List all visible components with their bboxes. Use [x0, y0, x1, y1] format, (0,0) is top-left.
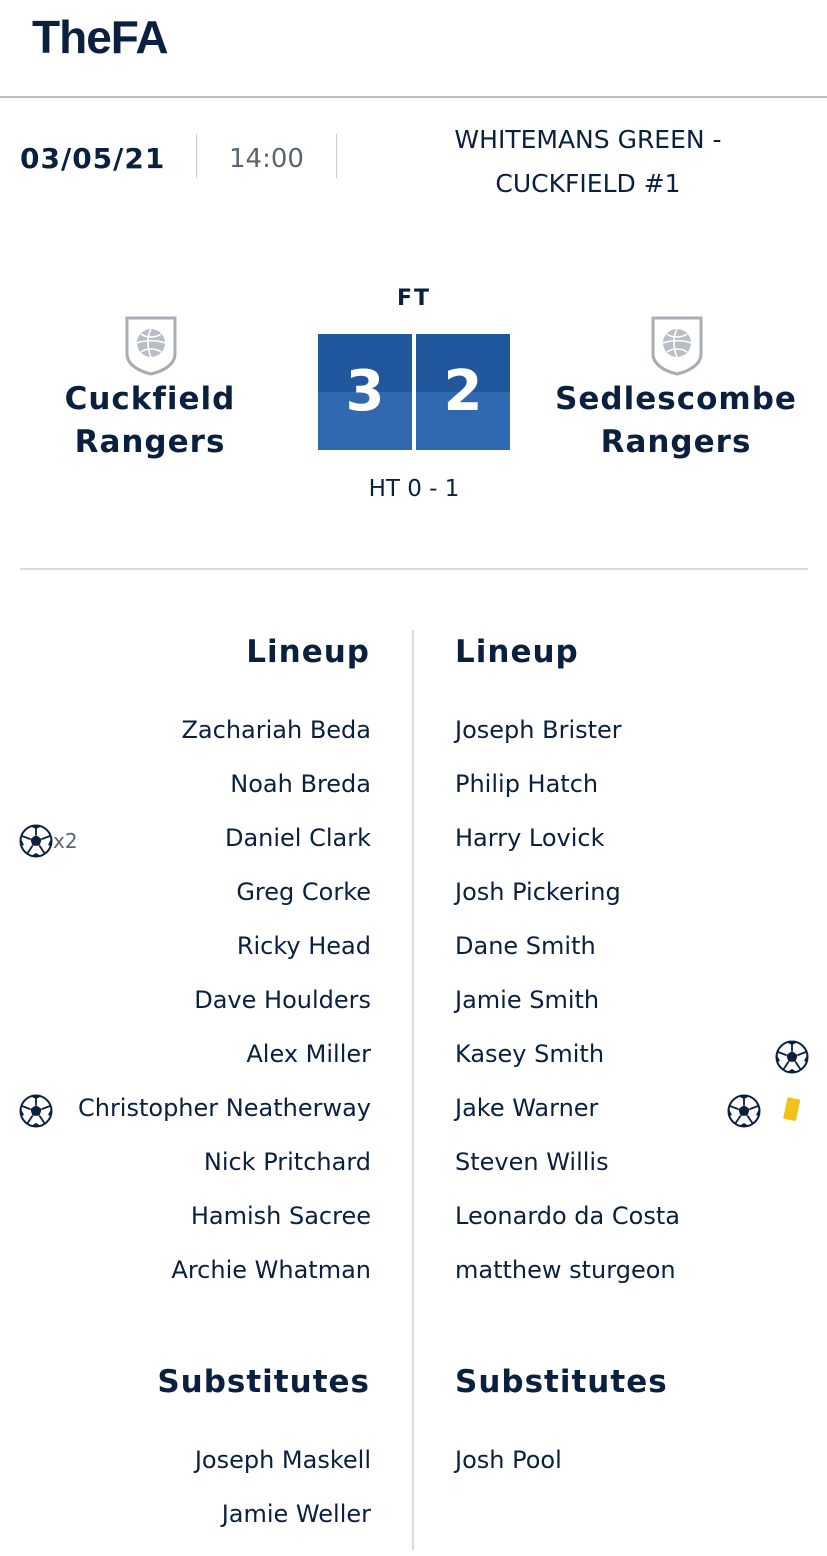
- home-score: 3: [318, 334, 412, 450]
- away-lineup-row: matthew sturgeon: [0, 1248, 827, 1302]
- away-player-name[interactable]: Jamie Smith: [455, 986, 599, 1014]
- divider: [336, 134, 337, 178]
- away-lineup-row: Harry Lovick: [0, 816, 827, 870]
- football-goal-icon: [775, 1040, 809, 1074]
- divider: [196, 134, 197, 178]
- away-lineup-row: Steven Willis: [0, 1140, 827, 1194]
- away-score: 2: [416, 334, 510, 450]
- away-team-name-line-2: Rangers: [600, 424, 752, 460]
- away-player-name[interactable]: Dane Smith: [455, 932, 596, 960]
- home-subs-title: Substitutes: [157, 1364, 370, 1400]
- away-player-name[interactable]: Leonardo da Costa: [455, 1202, 680, 1230]
- away-player-name[interactable]: Jake Warner: [455, 1094, 598, 1122]
- home-team-name-line-2: Rangers: [74, 424, 226, 460]
- home-subs-row: Jamie Weller: [0, 1492, 827, 1546]
- away-player-name[interactable]: Harry Lovick: [455, 824, 605, 852]
- match-venue: WHITEMANS GREEN - CUCKFIELD #1: [380, 118, 796, 206]
- away-player-name[interactable]: Joseph Brister: [455, 716, 622, 744]
- away-player-name[interactable]: Josh Pickering: [455, 878, 621, 906]
- away-player-name[interactable]: Steven Willis: [455, 1148, 609, 1176]
- match-date: 03/05/21: [20, 142, 166, 175]
- match-time: 14:00: [229, 144, 304, 174]
- away-player-name[interactable]: matthew sturgeon: [455, 1256, 676, 1284]
- away-player-name[interactable]: Philip Hatch: [455, 770, 598, 798]
- away-lineup-title: Lineup: [455, 634, 579, 670]
- match-info-bar: 03/05/21 14:00 WHITEMANS GREEN - CUCKFIE…: [0, 98, 827, 218]
- away-lineup-row: Dane Smith: [0, 924, 827, 978]
- half-time-score: HT 0 - 1: [368, 476, 460, 502]
- match-status: FT: [396, 286, 432, 311]
- away-lineup-row: Kasey Smith: [0, 1032, 827, 1086]
- home-team-name[interactable]: Cuckfield Rangers: [10, 378, 290, 464]
- home-club-crest-icon: [125, 316, 177, 376]
- home-lineup-title: Lineup: [246, 634, 370, 670]
- away-lineup-row: Joseph Brister: [0, 708, 827, 762]
- away-team-name[interactable]: Sedlescombe Rangers: [536, 378, 816, 464]
- away-subs-row: Josh Pool: [0, 1438, 827, 1492]
- away-club-crest-icon: [651, 316, 703, 376]
- venue-line-1: WHITEMANS GREEN -: [454, 125, 722, 154]
- away-lineup-row: Jake Warner: [0, 1086, 827, 1140]
- away-team-name-line-1: Sedlescombe: [555, 381, 797, 417]
- away-player-name[interactable]: Kasey Smith: [455, 1040, 604, 1068]
- home-player-name[interactable]: Jamie Weller: [222, 1500, 371, 1528]
- site-header: TheFA: [0, 0, 827, 98]
- football-goal-icon: [727, 1094, 761, 1128]
- venue-line-2: CUCKFIELD #1: [495, 169, 681, 198]
- home-team-name-line-1: Cuckfield: [64, 381, 236, 417]
- the-fa-logo[interactable]: TheFA: [32, 10, 169, 64]
- yellow-card-icon: [783, 1097, 801, 1121]
- away-lineup-row: Leonardo da Costa: [0, 1194, 827, 1248]
- section-divider: [20, 568, 808, 570]
- away-subs-title: Substitutes: [455, 1364, 668, 1400]
- away-player-name[interactable]: Josh Pool: [455, 1446, 562, 1474]
- away-lineup-row: Philip Hatch: [0, 762, 827, 816]
- away-lineup-row: Jamie Smith: [0, 978, 827, 1032]
- away-lineup-row: Josh Pickering: [0, 870, 827, 924]
